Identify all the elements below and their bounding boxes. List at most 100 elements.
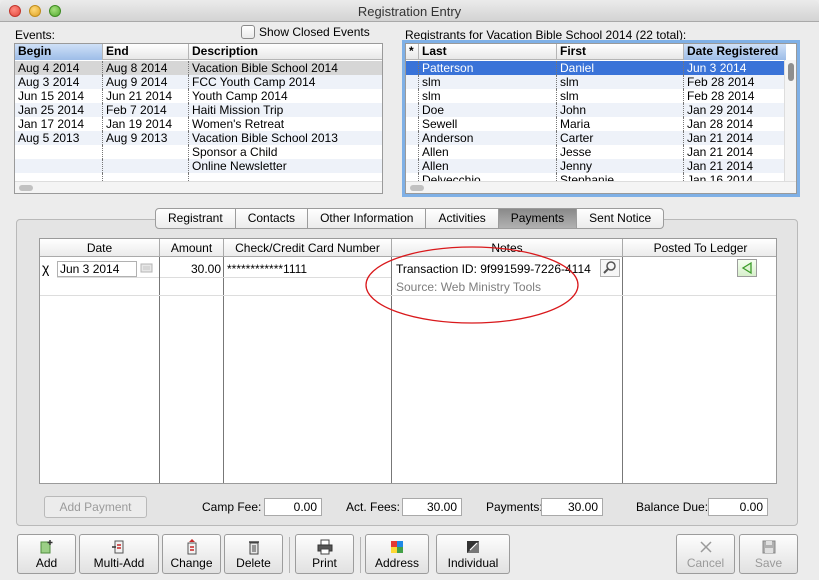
payment-amount[interactable]: 30.00 (160, 262, 221, 276)
registrant-row[interactable]: Allen Jenny Jan 21 2014 (406, 159, 786, 173)
tab-sent-notice[interactable]: Sent Notice (577, 209, 663, 228)
event-row[interactable]: Jun 15 2014 Jun 21 2014 Youth Camp 2014 (15, 89, 382, 103)
column-header-star[interactable]: * (406, 44, 419, 60)
event-row[interactable]: Aug 5 2013 Aug 9 2013 Vacation Bible Schoo… (15, 131, 382, 145)
column-header-first[interactable]: First (557, 44, 684, 60)
registrant-row[interactable]: Patterson Daniel Jun 3 2014 (406, 61, 786, 75)
registrant-first: Jesse (557, 145, 684, 159)
registrant-last: slm (419, 75, 557, 89)
tab-bar: Registrant Contacts Other Information Ac… (155, 208, 665, 229)
event-end (103, 159, 189, 173)
registrant-first: Carter (557, 131, 684, 145)
event-row[interactable]: Online Newsletter (15, 159, 382, 173)
registrant-date: Feb 28 2014 (687, 89, 755, 103)
address-button[interactable]: Address (365, 534, 429, 574)
tab-activities[interactable]: Activities (426, 209, 499, 228)
add-button[interactable]: Add (17, 534, 76, 574)
registrant-first: slm (557, 75, 684, 89)
camp-fee-field[interactable]: 0.00 (264, 498, 322, 516)
event-end: Aug 9 2014 (103, 75, 189, 89)
registrants-table[interactable]: * Last First Date Registered Patterson Da… (402, 40, 800, 197)
add-label: Add (35, 556, 58, 570)
calendar-icon[interactable] (139, 261, 155, 275)
column-divider (223, 257, 224, 483)
column-header-date[interactable]: Date (40, 239, 160, 257)
event-row[interactable]: Aug 3 2014 Aug 9 2014 FCC Youth Camp 2014 (15, 75, 382, 89)
change-button[interactable]: Change (162, 534, 221, 574)
save-disk-icon (740, 538, 797, 556)
change-label: Change (170, 556, 213, 570)
registrant-date: Jan 21 2014 (687, 159, 754, 173)
scroll-thumb[interactable] (19, 185, 33, 191)
event-begin: Aug 3 2014 (15, 75, 103, 89)
event-row[interactable]: Sponsor a Child (15, 145, 382, 159)
payment-date-field[interactable]: Jun 3 2014 (57, 261, 137, 277)
show-closed-events-label: Show Closed Events (259, 25, 370, 39)
delete-button[interactable]: Delete (224, 534, 283, 574)
registrant-flag (406, 131, 419, 145)
balance-due-field[interactable]: 0.00 (708, 498, 768, 516)
multi-add-icon (80, 538, 158, 556)
registrant-flag (406, 145, 419, 159)
events-horizontal-scrollbar[interactable] (15, 181, 382, 193)
tab-other-information[interactable]: Other Information (308, 209, 427, 228)
column-header-description[interactable]: Description (189, 44, 382, 60)
tab-contacts[interactable]: Contacts (236, 209, 309, 228)
registrant-row[interactable]: Doe John Jan 29 2014 (406, 103, 786, 117)
balance-due-label: Balance Due: (636, 500, 709, 514)
column-header-date-registered[interactable]: Date Registered (684, 44, 786, 60)
save-button[interactable]: Save (739, 534, 798, 574)
registrant-row[interactable]: Anderson Carter Jan 21 2014 (406, 131, 786, 145)
events-label: Events: (15, 28, 56, 42)
scroll-thumb[interactable] (788, 63, 794, 81)
cancel-button[interactable]: Cancel (676, 534, 735, 574)
registrant-date: Jan 21 2014 (687, 145, 754, 159)
add-payment-button[interactable]: Add Payment (44, 496, 147, 518)
toolbar-separator (360, 537, 361, 573)
post-to-ledger-button[interactable] (737, 259, 757, 277)
event-row[interactable]: Jan 25 2014 Feb 7 2014 Haiti Mission Trip (15, 103, 382, 117)
column-header-last[interactable]: Last (419, 44, 557, 60)
event-description: Vacation Bible School 2014 (192, 61, 338, 75)
change-icon (163, 538, 220, 556)
event-row[interactable]: Aug 4 2014 Aug 8 2014 Vacation Bible Schoo… (15, 61, 382, 75)
individual-button[interactable]: Individual (436, 534, 510, 574)
address-book-icon (366, 538, 428, 556)
registrant-first: Jenny (557, 159, 684, 173)
multi-add-button[interactable]: Multi-Add (79, 534, 159, 574)
registrant-row[interactable]: Allen Jesse Jan 21 2014 (406, 145, 786, 159)
event-description: Haiti Mission Trip (192, 103, 284, 117)
show-closed-events-checkbox[interactable] (241, 25, 255, 39)
registrant-first: John (557, 103, 684, 117)
events-table[interactable]: Begin End Description Aug 4 2014 Aug 8 20… (14, 43, 383, 194)
column-header-begin[interactable]: Begin (15, 44, 103, 60)
registrant-row[interactable]: Sewell Maria Jan 28 2014 (406, 117, 786, 131)
column-header-posted-to-ledger[interactable]: Posted To Ledger (623, 239, 776, 257)
registrants-vertical-scrollbar[interactable] (784, 60, 796, 181)
event-end: Jan 19 2014 (103, 117, 189, 131)
payments-total-field[interactable]: 30.00 (541, 498, 603, 516)
note-search-icon[interactable] (600, 259, 620, 277)
column-header-amount[interactable]: Amount (160, 239, 224, 257)
scroll-thumb[interactable] (410, 185, 424, 191)
event-begin: Aug 5 2013 (15, 131, 103, 145)
print-button[interactable]: Print (295, 534, 354, 574)
registrants-horizontal-scrollbar[interactable] (406, 181, 796, 193)
payments-grid[interactable]: Date Amount Check/Credit Card Number Not… (39, 238, 777, 484)
column-divider (622, 257, 623, 483)
delete-label: Delete (236, 556, 271, 570)
event-end: Feb 7 2014 (103, 103, 189, 117)
column-header-end[interactable]: End (103, 44, 189, 60)
event-begin: Jan 17 2014 (15, 117, 103, 131)
trash-icon (225, 538, 282, 556)
row-delete-icon[interactable]: χ (42, 260, 49, 276)
registrant-row[interactable]: slm slm Feb 28 2014 (406, 89, 786, 103)
event-description: FCC Youth Camp 2014 (192, 75, 316, 89)
registrant-row[interactable]: slm slm Feb 28 2014 (406, 75, 786, 89)
act-fees-field[interactable]: 30.00 (402, 498, 462, 516)
tab-registrant[interactable]: Registrant (156, 209, 236, 228)
save-label: Save (754, 556, 783, 570)
event-end: Aug 8 2014 (103, 61, 189, 75)
tab-payments[interactable]: Payments (498, 209, 578, 228)
event-row[interactable]: Jan 17 2014 Jan 19 2014 Women's Retreat (15, 117, 382, 131)
